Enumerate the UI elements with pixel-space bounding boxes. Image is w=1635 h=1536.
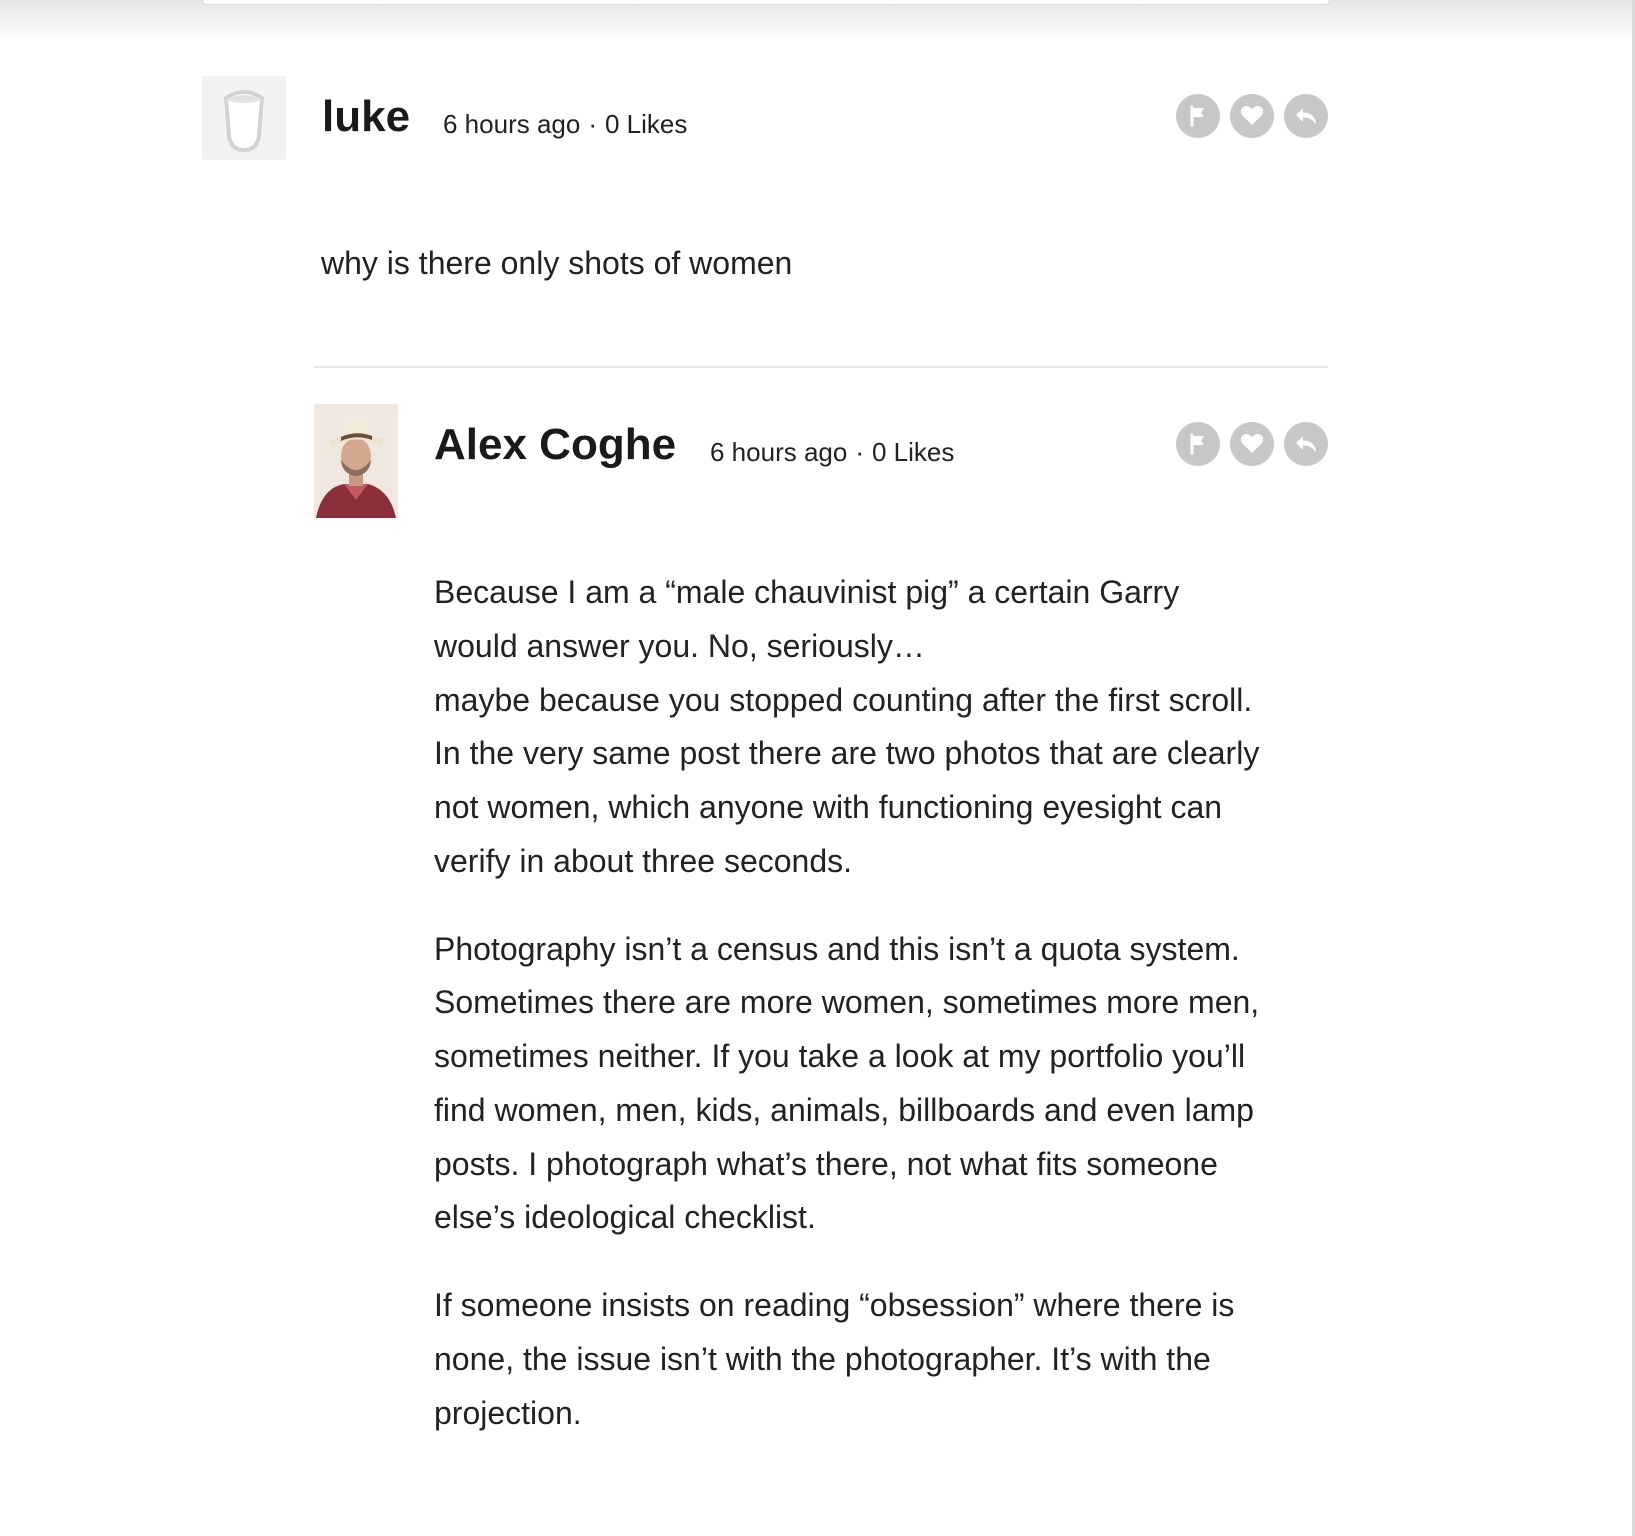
flag-icon[interactable] [1176,422,1220,466]
comment-text-line: In the very same post there are two phot… [434,735,1260,772]
comment-text-line: posts. I photograph what’s there, not wh… [434,1145,1218,1182]
comment-text-line: Because I am a “male chauvinist pig” a c… [434,574,1180,610]
comment-text-line: If someone insists on reading “obsession… [434,1287,1235,1323]
comment-text-line: projection. [434,1394,582,1431]
comment-likes: 0 Likes [872,437,955,467]
comment-author[interactable]: Alex Coghe [434,420,676,470]
comment-time: 6 hours ago [710,437,848,467]
heart-icon[interactable] [1230,422,1274,466]
comment-text-line: Sometimes there are more women, sometime… [434,984,1260,1021]
comment-divider [314,366,1328,368]
reply-icon[interactable] [1284,422,1328,466]
top-shadow [0,0,1635,42]
reply-icon[interactable] [1284,94,1328,138]
comment-author[interactable]: luke [322,92,410,142]
meta-separator: · [588,109,597,139]
comment-text-line: sometimes neither. If you take a look at… [434,1038,1246,1074]
comment-body: Because I am a “male chauvinist pig” a c… [434,566,1334,1474]
default-avatar-icon[interactable] [202,76,286,160]
heart-icon[interactable] [1230,94,1274,138]
comment-actions [1176,94,1328,138]
comment-text-line: maybe because you stopped counting after… [434,681,1253,718]
comment-actions [1176,422,1328,466]
meta-separator: · [855,437,864,467]
comment-text-line: find women, men, kids, animals, billboar… [434,1091,1254,1128]
comment-text-line: none, the issue isn’t with the photograp… [434,1340,1211,1377]
comment-paragraph: Because I am a “male chauvinist pig” a c… [434,566,1334,889]
comment-text-line: Photography isn’t a census and this isn’… [434,930,1240,967]
comment-meta: 6 hours ago · 0 Likes [443,109,687,140]
comment-text-line: would answer you. No, seriously… [434,627,925,664]
comment-text-line: verify in about three seconds. [434,842,853,879]
comment-paragraph: If someone insists on reading “obsession… [434,1279,1334,1440]
comment-paragraph: Photography isn’t a census and this isn’… [434,923,1334,1246]
comment-meta: 6 hours ago · 0 Likes [710,437,954,468]
previous-card-edge [202,0,1330,5]
comment-time: 6 hours ago [443,109,581,139]
comment-body: why is there only shots of women [321,245,793,281]
comment-text-line: not women, which anyone with functioning… [434,789,1223,825]
comment-likes: 0 Likes [605,109,688,139]
flag-icon[interactable] [1176,94,1220,138]
comment-text-line: else’s ideological checklist. [434,1199,816,1236]
user-photo[interactable] [314,404,398,518]
